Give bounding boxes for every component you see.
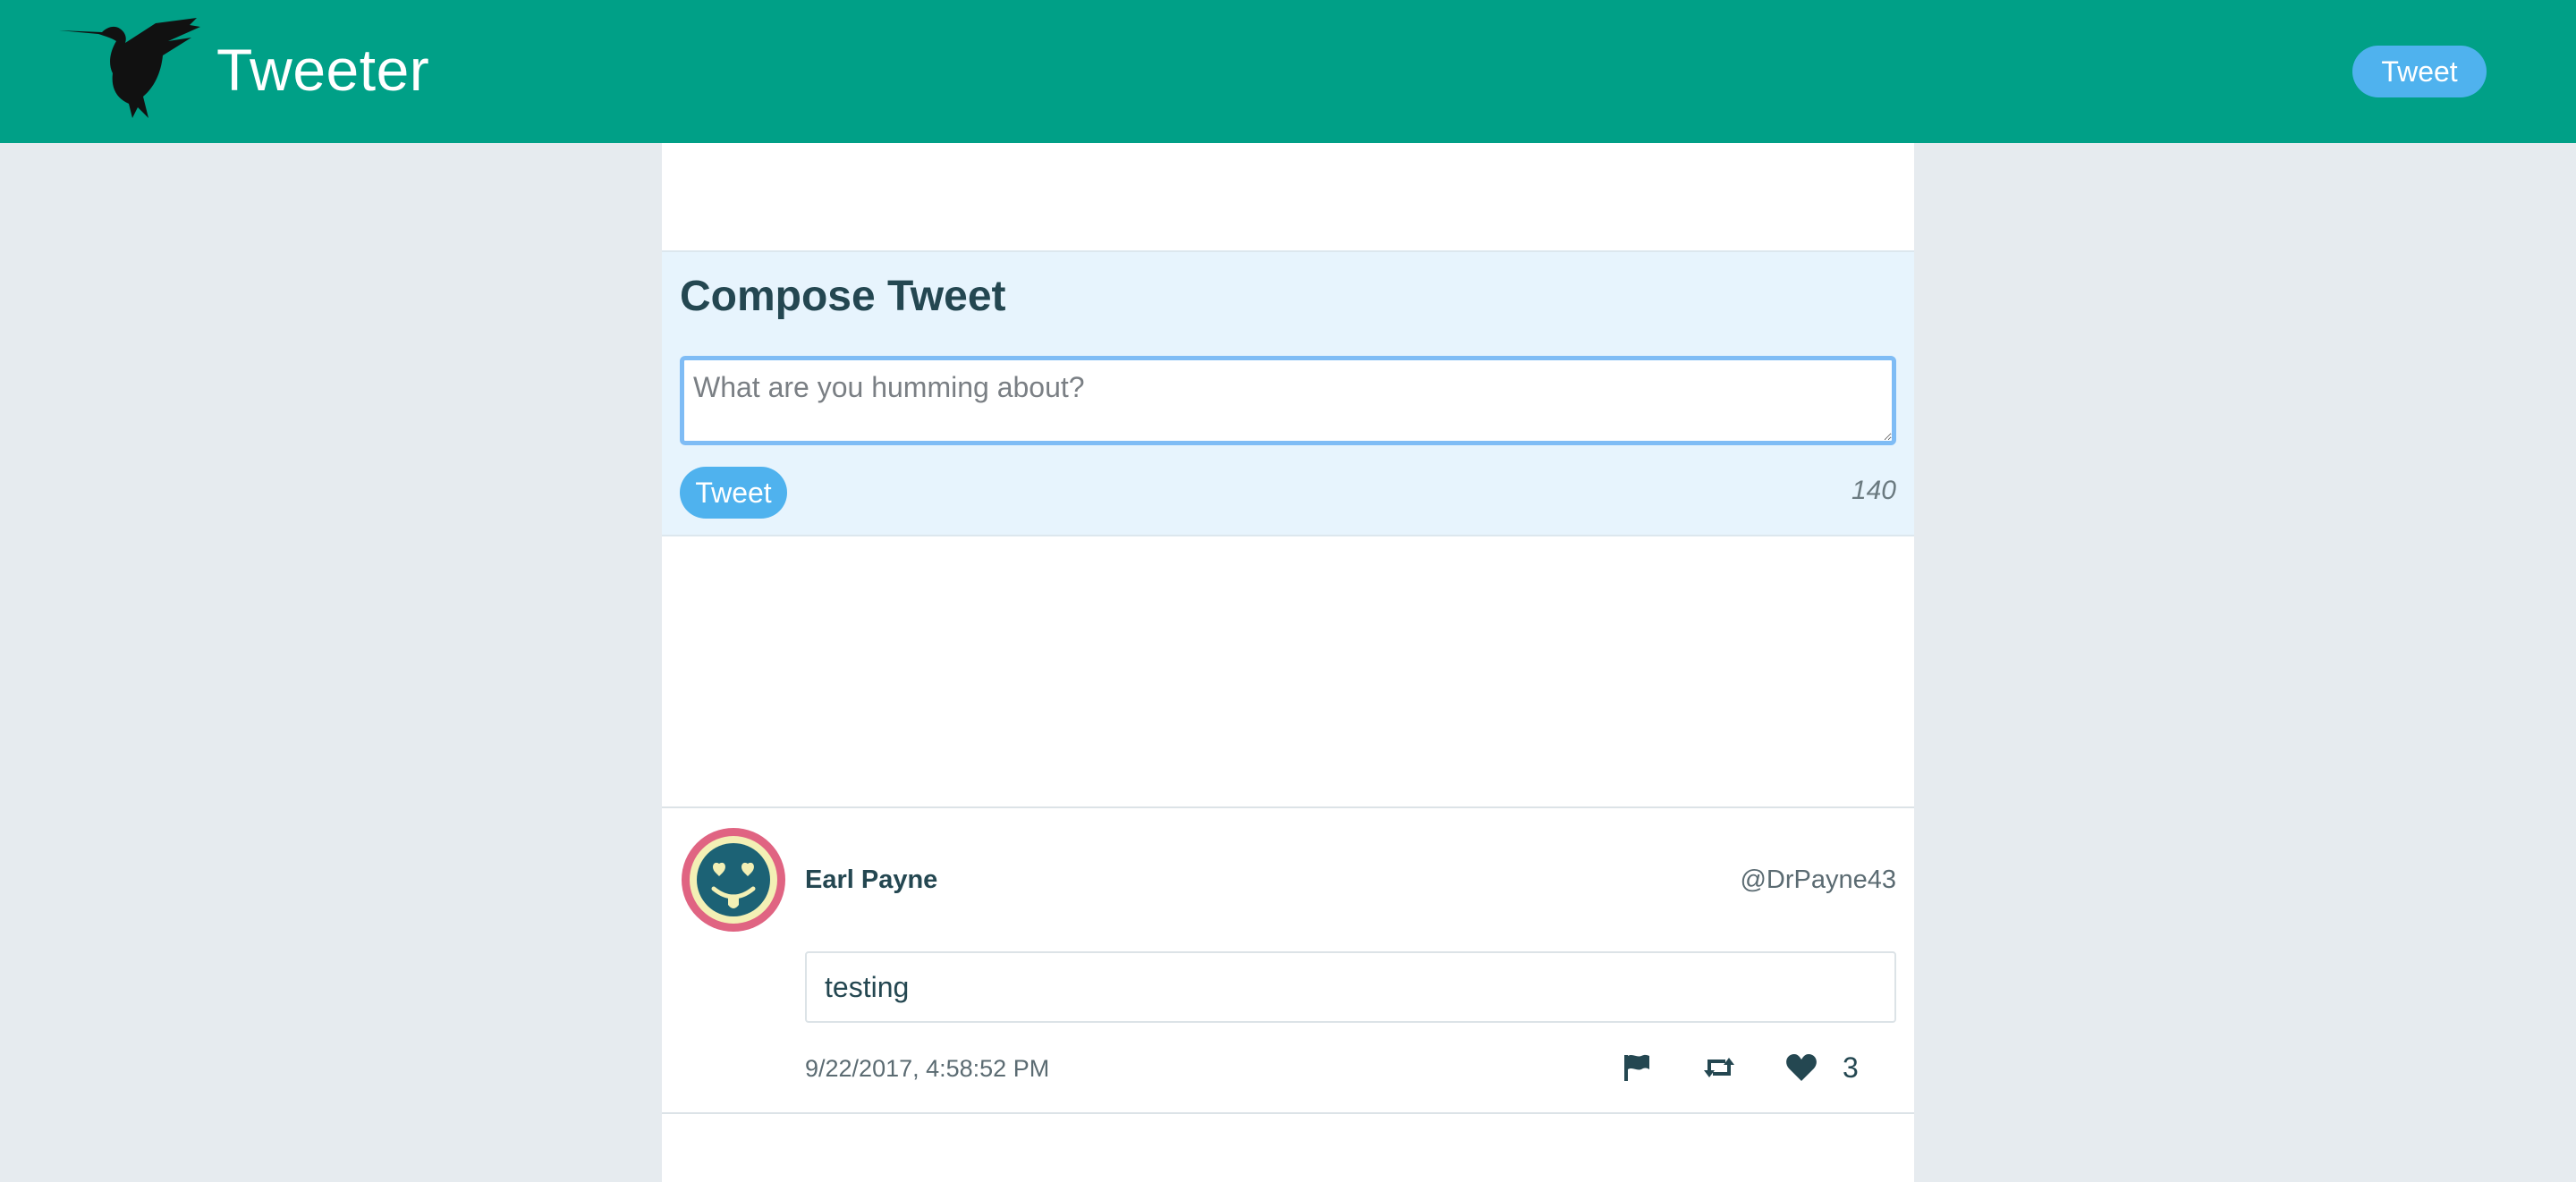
app-title: Tweeter <box>216 37 430 103</box>
flag-icon[interactable] <box>1619 1050 1655 1085</box>
tweet-author-name: Earl Payne <box>805 865 938 894</box>
compose-title: Compose Tweet <box>680 273 1006 320</box>
nav-tweet-button[interactable]: Tweet <box>2352 46 2487 97</box>
like-count: 3 <box>1843 1051 1859 1084</box>
retweet-icon[interactable] <box>1701 1050 1737 1085</box>
heart-eyes-face-icon <box>682 828 785 932</box>
tweet-content: testing <box>805 951 1896 1023</box>
tweet-card: Earl Payne @DrPayne43 testing 9/22/2017,… <box>662 806 1914 1114</box>
submit-tweet-button[interactable]: Tweet <box>680 467 787 519</box>
compose-tweet-panel: Compose Tweet Tweet 140 <box>662 250 1914 536</box>
main-container: Compose Tweet Tweet 140 Earl Payne @DrPa… <box>662 143 1914 1182</box>
top-nav-bar: Tweeter Tweet <box>0 0 2576 143</box>
character-counter: 140 <box>1851 476 1896 505</box>
tweet-text-input[interactable] <box>680 356 1896 445</box>
tweet-timestamp: 9/22/2017, 4:58:52 PM <box>805 1055 1050 1082</box>
heart-icon[interactable] <box>1784 1050 1819 1085</box>
hummingbird-logo-icon <box>59 18 200 118</box>
tweet-author-handle: @DrPayne43 <box>1740 865 1896 894</box>
